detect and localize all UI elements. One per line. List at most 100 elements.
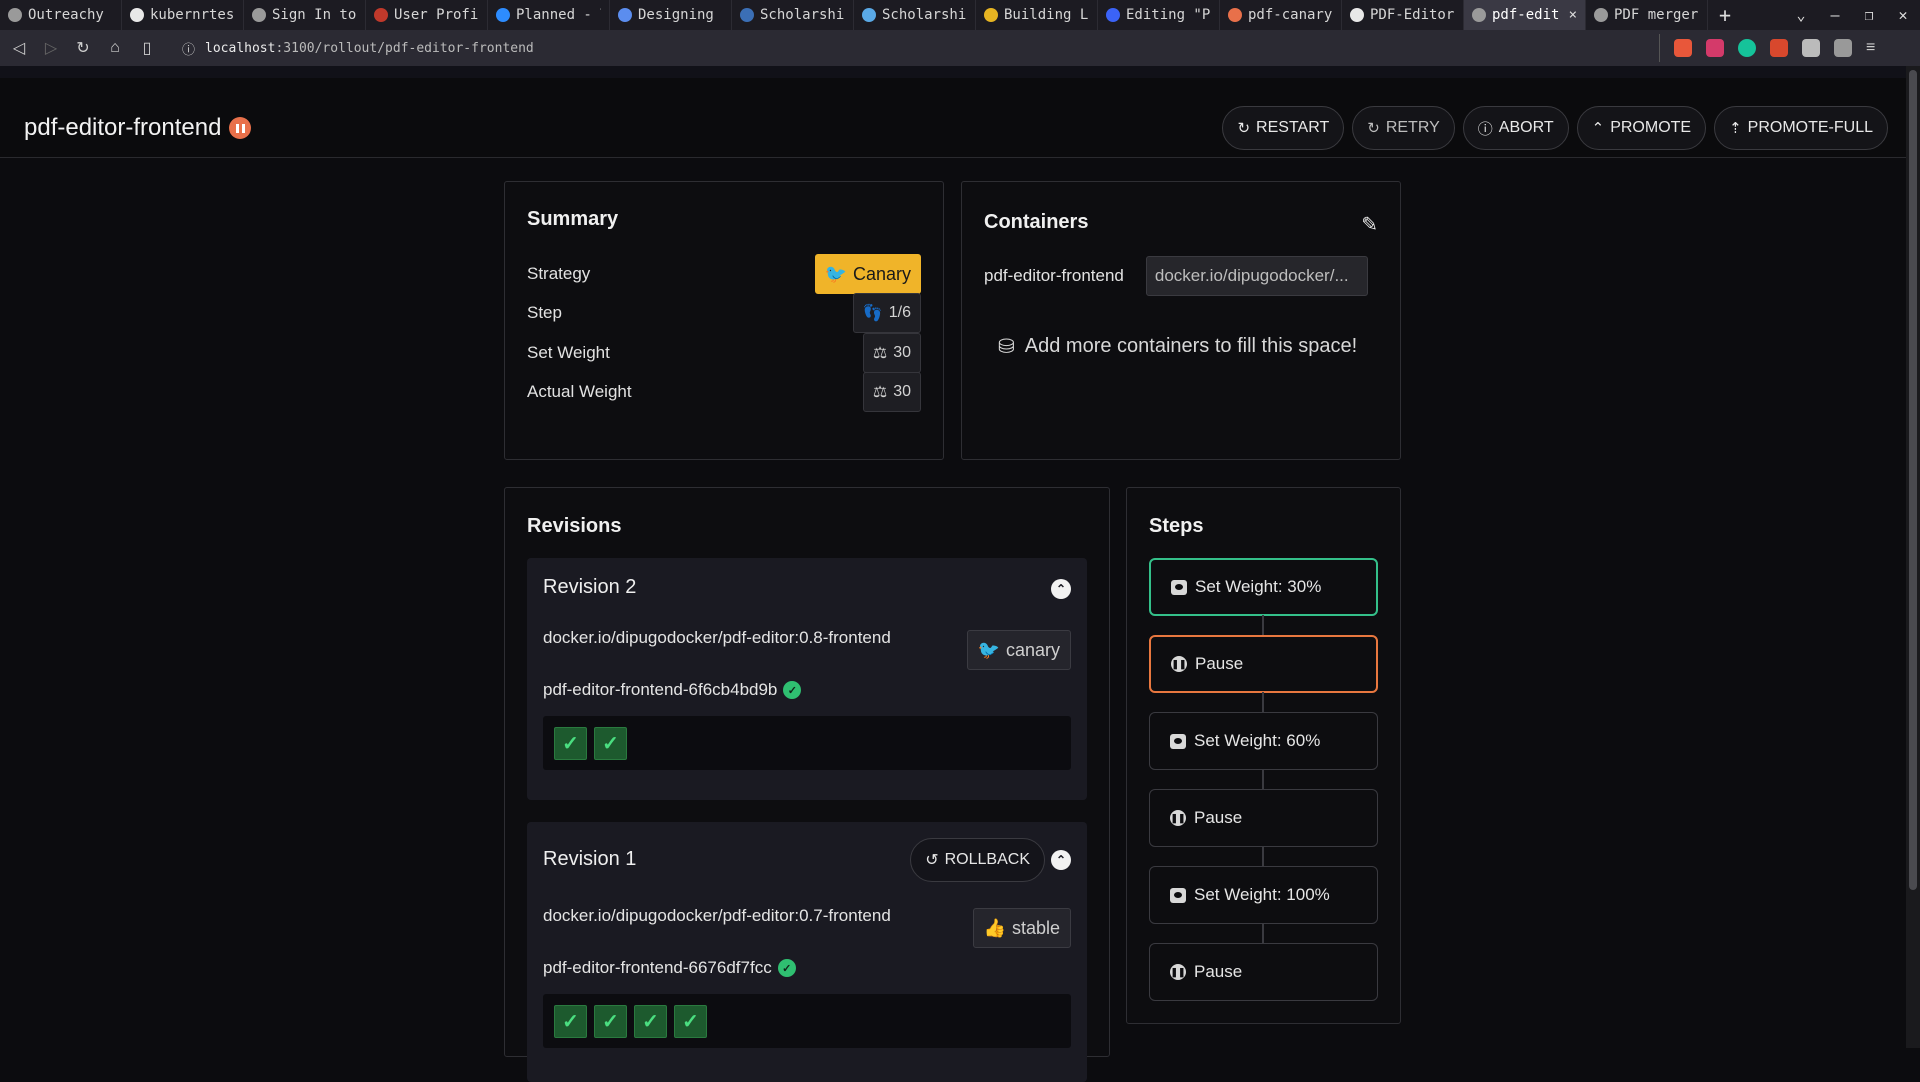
step-label: Set Weight: 30% <box>1195 577 1322 596</box>
add-containers-text: Add more containers to fill this space! <box>1024 335 1358 357</box>
summary-value-badge: 👣 1/6 <box>852 293 921 333</box>
pod-healthy-check-icon[interactable]: ✓ <box>594 1004 627 1038</box>
step-item[interactable]: Set Weight: 60% <box>1149 712 1378 770</box>
revision-title: Revision 1 <box>543 848 637 870</box>
revision-tag-label: stable <box>1011 917 1060 938</box>
browser-tab[interactable]: PDF merger <box>1586 0 1708 30</box>
new-tab-button[interactable]: + <box>1708 0 1742 30</box>
tab-title: PDF merger <box>1614 7 1699 23</box>
summary-row: Set Weight ⚖ 30 <box>527 333 921 373</box>
abort-button[interactable]: ⓘ ABORT <box>1462 106 1569 150</box>
replicaset-row: pdf-editor-frontend-6f6cb4bd9b ✓ <box>543 680 802 700</box>
collapse-chevron-icon[interactable]: ⌃ <box>1051 579 1071 599</box>
summary-value-icon: ⚖ <box>872 384 888 401</box>
summary-label: Step <box>527 303 562 322</box>
replicaset-name: pdf-editor-frontend-6f6cb4bd9b <box>543 680 778 699</box>
home-icon[interactable]: ⌂ <box>106 39 124 57</box>
promote-full-button[interactable]: ⇡ PROMOTE-FULL <box>1714 106 1888 150</box>
browser-tab[interactable]: pdf-edit × <box>1464 0 1586 30</box>
tab-title: Editing "Pr <box>1126 7 1211 23</box>
tab-favicon-icon <box>1106 8 1120 22</box>
container-name: pdf-editor-frontend <box>984 266 1124 285</box>
container-image-field[interactable]: docker.io/dipugodocker/... <box>1145 256 1368 296</box>
tab-title: Outreachy <box>28 7 104 23</box>
menu-icon[interactable]: ≡ <box>1866 39 1884 57</box>
step-label: Pause <box>1194 962 1243 981</box>
tab-favicon-icon <box>252 8 266 22</box>
close-window-icon[interactable]: ✕ <box>1886 6 1920 24</box>
browser-tab[interactable]: Designing a <box>610 0 732 30</box>
revision-panel: Revision 1 ↺ ROLLBACK ⌃ docker.io/dipugo… <box>527 822 1087 1082</box>
tab-close-icon[interactable]: × <box>1569 7 1577 23</box>
page-scrollbar[interactable] <box>1906 66 1920 1048</box>
weight-icon <box>1170 733 1186 749</box>
restart-button[interactable]: ↻ RESTART <box>1222 106 1345 150</box>
browser-tab[interactable]: Scholarshi <box>732 0 854 30</box>
step-item[interactable]: Set Weight: 30% <box>1149 558 1378 616</box>
office-extension-icon[interactable] <box>1770 39 1788 57</box>
summary-card: Summary Strategy 🐦 Canary Step 👣 1/6 Set Weigh… <box>504 181 944 460</box>
window-controls: ⌄ – ❐ ✕ <box>1784 0 1920 30</box>
step-item[interactable]: ❚❚ Pause <box>1149 943 1378 1001</box>
pod-healthy-check-icon[interactable]: ✓ <box>554 1004 587 1038</box>
retry-label: RETRY <box>1385 119 1440 136</box>
tab-favicon-icon <box>130 8 144 22</box>
brave-shield-icon[interactable] <box>1674 39 1692 57</box>
browser-tab[interactable]: pdf-canary <box>1220 0 1342 30</box>
minimize-icon[interactable]: – <box>1818 6 1852 24</box>
pause-icon: ❚❚ <box>1171 656 1187 672</box>
tab-title: User Profil <box>394 7 479 23</box>
rollback-button[interactable]: ↺ ROLLBACK <box>910 838 1045 882</box>
tab-favicon-icon <box>984 8 998 22</box>
site-info-icon[interactable]: ⓘ <box>182 39 195 58</box>
summary-value: 1/6 <box>888 304 911 321</box>
summary-value-icon: 🐦 <box>824 263 847 284</box>
step-item[interactable]: Set Weight: 100% <box>1149 866 1378 924</box>
revision-image: docker.io/dipugodocker/pdf-editor:0.8-fr… <box>543 628 891 647</box>
browser-tab[interactable]: Editing "Pr <box>1098 0 1220 30</box>
promote-button[interactable]: ⌃ PROMOTE <box>1576 106 1707 150</box>
step-item[interactable]: ❚❚ Pause <box>1149 635 1378 693</box>
undo-icon: ↺ <box>925 852 939 869</box>
pencil-icon[interactable]: ✎ <box>1361 212 1378 237</box>
collapse-chevron-icon[interactable]: ⌃ <box>1051 850 1071 870</box>
pod-healthy-check-icon[interactable]: ✓ <box>594 726 627 760</box>
browser-tab[interactable]: Outreachy <box>0 0 122 30</box>
browser-tab[interactable]: Scholarshi <box>854 0 976 30</box>
retry-button[interactable]: ↻ RETRY <box>1352 106 1455 150</box>
tab-favicon-icon <box>1350 8 1364 22</box>
browser-tab[interactable]: User Profil <box>366 0 488 30</box>
browser-tab[interactable]: Planned - T <box>488 0 610 30</box>
tab-list-icon[interactable]: ⌄ <box>1784 6 1818 24</box>
browser-tab[interactable]: Building Li <box>976 0 1098 30</box>
brave-rewards-icon[interactable] <box>1706 39 1724 57</box>
extensions-icon[interactable] <box>1802 39 1820 57</box>
url-bar[interactable]: ⓘ localhost:3100/rollout/pdf-editor-fron… <box>170 34 1660 62</box>
maximize-icon[interactable]: ❐ <box>1852 6 1886 24</box>
pods-strip: ✓ ✓ ✓ ✓ <box>543 994 1071 1048</box>
step-item[interactable]: ❚❚ Pause <box>1149 789 1378 847</box>
bookmark-icon[interactable]: ▯ <box>138 38 156 58</box>
healthy-check-icon: ✓ <box>783 681 802 699</box>
tab-title: Sign In to <box>272 7 357 23</box>
browser-tab[interactable]: kubernrtes <box>122 0 244 30</box>
scrollbar-thumb[interactable] <box>1909 70 1917 890</box>
browser-tab[interactable]: PDF-Editor <box>1342 0 1464 30</box>
grammarly-icon[interactable] <box>1738 39 1756 57</box>
paused-status-icon <box>229 117 252 139</box>
back-icon[interactable]: ◁ <box>10 38 28 58</box>
browser-tab[interactable]: Sign In to <box>244 0 366 30</box>
weight-icon <box>1170 887 1186 903</box>
summary-value-badge: ⚖ 30 <box>862 372 921 412</box>
restart-icon: ↻ <box>1237 120 1251 137</box>
reload-icon[interactable]: ↻ <box>74 38 92 58</box>
forward-icon[interactable]: ▷ <box>42 38 60 58</box>
revision-tag: 🐦 canary <box>966 630 1071 670</box>
pod-healthy-check-icon[interactable]: ✓ <box>674 1004 707 1038</box>
pod-healthy-check-icon[interactable]: ✓ <box>554 726 587 760</box>
pod-healthy-check-icon[interactable]: ✓ <box>634 1004 667 1038</box>
revision-title: Revision 2 <box>543 576 637 598</box>
summary-label: Strategy <box>527 264 591 283</box>
wallet-icon[interactable] <box>1834 39 1852 57</box>
summary-value-badge: 🐦 Canary <box>814 254 921 294</box>
